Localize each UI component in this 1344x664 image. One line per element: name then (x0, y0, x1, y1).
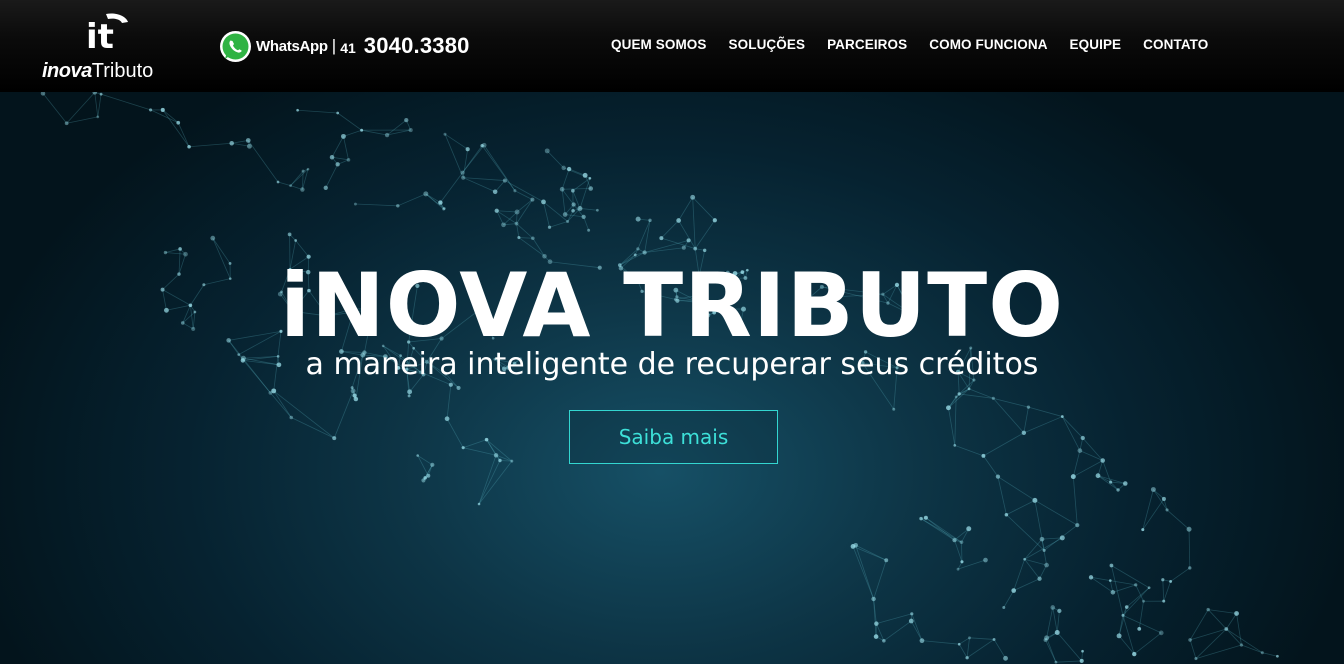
nav-como-funciona[interactable]: COMO FUNCIONA (929, 37, 1047, 52)
nav-equipe[interactable]: EQUIPE (1070, 37, 1122, 52)
whatsapp-area-code: 41 (340, 40, 356, 56)
main-nav: QUEM SOMOS SOLUÇÕES PARCEIROS COMO FUNCI… (611, 37, 1208, 52)
logo-wordmark: inovaTributo (42, 60, 153, 83)
saiba-mais-button[interactable]: Saiba mais (569, 410, 778, 464)
site-logo[interactable]: it inovaTributo (42, 8, 172, 86)
logo-word-bold: inova (42, 60, 92, 82)
nav-parceiros[interactable]: PARCEIROS (827, 37, 907, 52)
whatsapp-contact[interactable]: WhatsApp | 41 3040.3380 (219, 28, 470, 64)
whatsapp-separator: | (331, 36, 337, 55)
site-header: it inovaTributo WhatsApp | 41 3040.3380 … (0, 0, 1344, 92)
nav-contato[interactable]: CONTATO (1143, 37, 1208, 52)
hero-subtitle: a maneira inteligente de recuperar seus … (305, 347, 1039, 382)
nav-solucoes[interactable]: SOLUÇÕES (729, 37, 806, 52)
logo-word-light: Tributo (91, 60, 154, 82)
whatsapp-icon (220, 30, 251, 62)
logo-mark-icon: it (86, 13, 128, 57)
hero-title: iNOVA TRIBUTO (279, 254, 1065, 357)
logo-mark-text: it (86, 17, 114, 57)
nav-quem-somos[interactable]: QUEM SOMOS (611, 37, 707, 52)
hero-banner: iNOVA TRIBUTO a maneira inteligente de r… (0, 92, 1344, 664)
whatsapp-label: WhatsApp (256, 37, 328, 55)
whatsapp-number[interactable]: 3040.3380 (364, 33, 470, 59)
